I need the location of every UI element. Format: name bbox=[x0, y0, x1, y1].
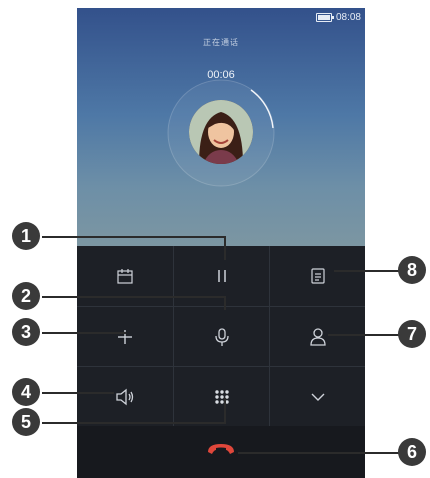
speaker-icon bbox=[115, 388, 133, 405]
callout-2-line bbox=[224, 296, 226, 310]
collapse-button[interactable] bbox=[270, 367, 365, 426]
notes-button[interactable] bbox=[270, 246, 365, 305]
end-call-icon bbox=[208, 444, 234, 454]
status-bar: 08:08 bbox=[315, 10, 361, 24]
calendar-icon bbox=[116, 268, 133, 284]
contacts-button[interactable] bbox=[270, 307, 365, 366]
call-header: 08:08 正在通话 00:06 bbox=[77, 8, 365, 246]
add-call-button[interactable] bbox=[77, 307, 172, 366]
callout-2: 2 bbox=[12, 282, 40, 310]
caller-label: 正在通话 bbox=[203, 38, 239, 47]
battery-icon bbox=[315, 12, 334, 22]
callout-1-line bbox=[224, 236, 226, 260]
mute-button[interactable] bbox=[174, 307, 269, 366]
callout-7: 7 bbox=[398, 320, 426, 348]
callout-3-line bbox=[42, 332, 126, 334]
callout-6-line bbox=[238, 452, 406, 454]
dialpad-icon bbox=[214, 389, 229, 404]
notes-icon bbox=[310, 267, 325, 284]
microphone-icon bbox=[214, 327, 229, 346]
callout-3: 3 bbox=[12, 318, 40, 346]
callout-8-line bbox=[334, 270, 408, 272]
callout-5-line bbox=[42, 422, 226, 424]
callout-5: 5 bbox=[12, 408, 40, 436]
callout-7-line bbox=[328, 334, 408, 336]
callout-1: 1 bbox=[12, 222, 40, 250]
callout-5-line bbox=[224, 398, 226, 424]
callout-8: 8 bbox=[398, 256, 426, 284]
avatar-photo bbox=[189, 100, 253, 164]
callout-6: 6 bbox=[398, 438, 426, 466]
pause-icon bbox=[217, 269, 226, 282]
caller-avatar bbox=[189, 100, 253, 164]
end-call-button[interactable] bbox=[206, 442, 236, 456]
callout-4: 4 bbox=[12, 378, 40, 406]
callout-4-line bbox=[42, 392, 114, 394]
callout-2-line bbox=[42, 296, 226, 298]
callout-1-line bbox=[42, 236, 226, 238]
chevron-down-icon bbox=[311, 393, 324, 401]
call-timer: 00:06 bbox=[207, 69, 235, 81]
phone-screen: 08:08 正在通话 00:06 bbox=[77, 8, 365, 478]
status-time: 08:08 bbox=[335, 11, 361, 23]
dialpad-button[interactable] bbox=[174, 367, 269, 426]
call-controls bbox=[77, 246, 365, 426]
speaker-button[interactable] bbox=[77, 367, 172, 426]
plus-icon bbox=[117, 329, 132, 344]
person-icon bbox=[309, 327, 326, 346]
